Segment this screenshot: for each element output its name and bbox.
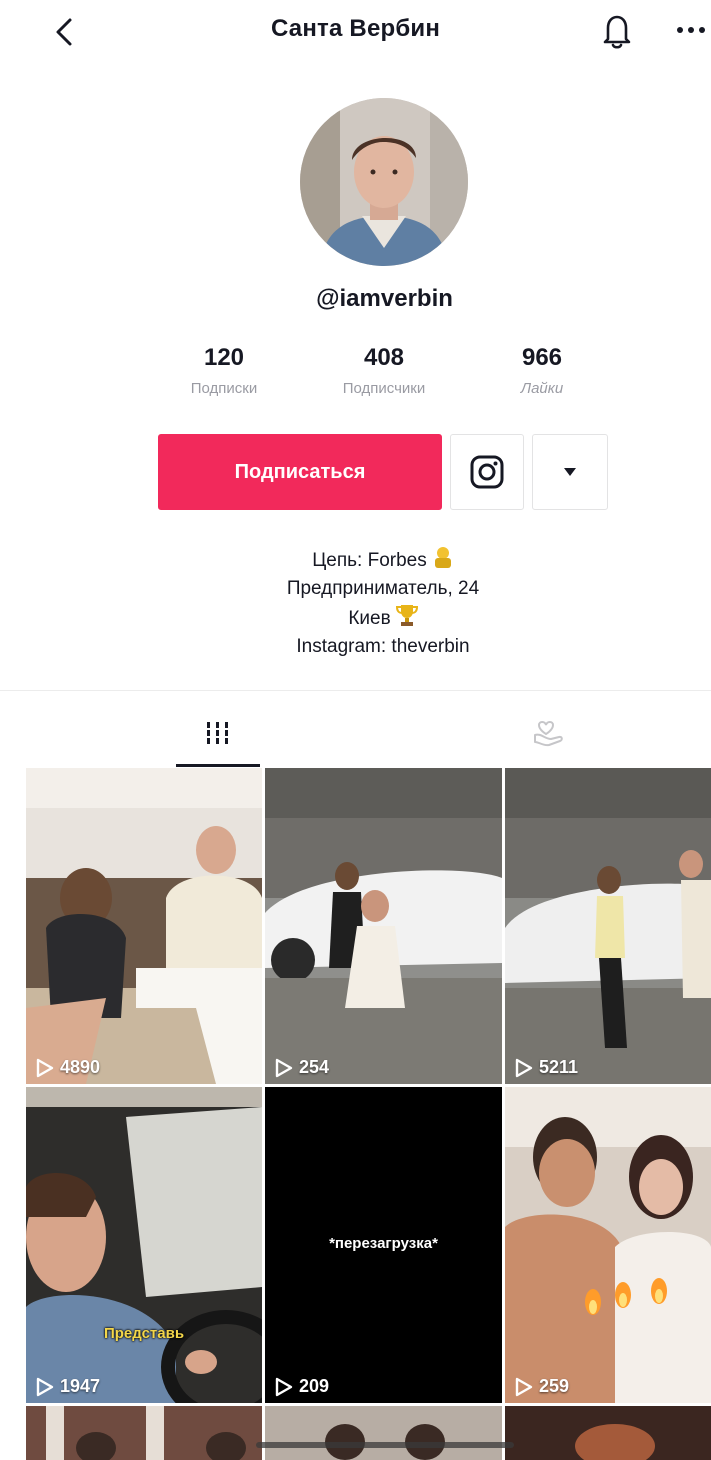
view-count: 254 xyxy=(275,1057,329,1078)
video-tile-1[interactable]: 4890 xyxy=(26,768,262,1084)
view-count: 1947 xyxy=(36,1376,100,1397)
view-count: 259 xyxy=(515,1376,569,1397)
bio-line-2: Предприниматель, 24 xyxy=(286,578,480,599)
follow-button[interactable]: Подписаться xyxy=(158,434,442,510)
tab-videos[interactable] xyxy=(176,700,260,766)
view-count-value: 259 xyxy=(539,1376,570,1396)
view-count: 4890 xyxy=(36,1057,100,1078)
tab-liked[interactable] xyxy=(506,700,590,766)
view-count: 209 xyxy=(275,1376,329,1397)
stat-likes[interactable]: 966 Лайки xyxy=(472,344,612,397)
video-thumbnail xyxy=(265,768,502,1084)
suggestions-dropdown-button[interactable] xyxy=(532,434,608,510)
view-count-value: 254 xyxy=(299,1057,330,1077)
video-tile-4[interactable]: Представь 1947 xyxy=(26,1087,262,1403)
play-icon xyxy=(515,1058,533,1077)
video-tile-9[interactable] xyxy=(505,1406,711,1460)
bio-text-goal: Цепь: Forbes xyxy=(312,550,427,571)
video-thumbnail xyxy=(505,768,711,1084)
view-count-value: 209 xyxy=(299,1376,330,1396)
username: @iamverbin xyxy=(316,285,453,312)
video-thumbnail xyxy=(26,1087,262,1403)
avatar xyxy=(300,98,468,266)
video-tile-6[interactable]: 259 xyxy=(505,1087,711,1403)
video-tile-3[interactable]: 5211 xyxy=(505,768,711,1084)
video-caption: *перезагрузка* xyxy=(329,1235,438,1252)
tabs-divider xyxy=(0,690,711,691)
caret-down-icon xyxy=(564,468,576,476)
play-icon xyxy=(36,1377,54,1396)
video-thumbnail xyxy=(26,768,262,1084)
followers-count: 408 xyxy=(363,344,405,371)
active-tab-indicator xyxy=(176,764,260,767)
more-horizontal-icon[interactable] xyxy=(672,18,711,42)
video-tile-7[interactable] xyxy=(26,1406,262,1460)
stat-following[interactable]: 120 Подписки xyxy=(154,344,294,397)
profile-bio: Цепь: Forbes Предприниматель, 24 Киев In… xyxy=(0,545,711,661)
view-count-value: 5211 xyxy=(539,1057,579,1077)
stat-followers[interactable]: 408 Подписчики xyxy=(314,344,454,397)
video-thumbnail xyxy=(265,1406,502,1460)
following-count: 120 xyxy=(203,344,245,371)
bio-text-city: Киев xyxy=(348,608,391,629)
video-thumbnail xyxy=(26,1406,262,1460)
play-icon xyxy=(275,1058,293,1077)
scroll-indicator xyxy=(256,1442,514,1448)
bio-line-4: Instagram: theverbin xyxy=(296,636,470,657)
view-count: 5211 xyxy=(515,1057,578,1078)
play-icon xyxy=(275,1377,293,1396)
likes-label: Лайки xyxy=(520,380,564,397)
following-label: Подписки xyxy=(190,380,258,397)
followers-label: Подписчики xyxy=(342,380,426,397)
video-thumbnail xyxy=(505,1087,711,1403)
view-count-value: 1947 xyxy=(60,1376,101,1396)
video-tile-2[interactable]: 254 xyxy=(265,768,502,1084)
video-tile-5[interactable]: *перезагрузка* 209 xyxy=(265,1087,502,1403)
likes-count: 966 xyxy=(521,344,563,371)
trophy-icon xyxy=(395,605,418,626)
money-man-emoji-icon xyxy=(434,547,451,568)
heart-hand-icon xyxy=(534,721,563,747)
video-thumbnail xyxy=(505,1406,711,1460)
bio-line-3: Киев xyxy=(0,603,711,633)
bio-line-1: Цепь: Forbes xyxy=(0,545,711,575)
instagram-button[interactable] xyxy=(450,434,524,510)
grid-icon xyxy=(207,722,228,744)
instagram-icon xyxy=(470,455,504,489)
bell-icon[interactable] xyxy=(600,12,634,50)
view-count-value: 4890 xyxy=(60,1057,101,1077)
play-icon xyxy=(515,1377,533,1396)
play-icon xyxy=(36,1058,54,1077)
video-caption: Представь xyxy=(103,1325,185,1342)
video-tile-8[interactable] xyxy=(265,1406,502,1460)
